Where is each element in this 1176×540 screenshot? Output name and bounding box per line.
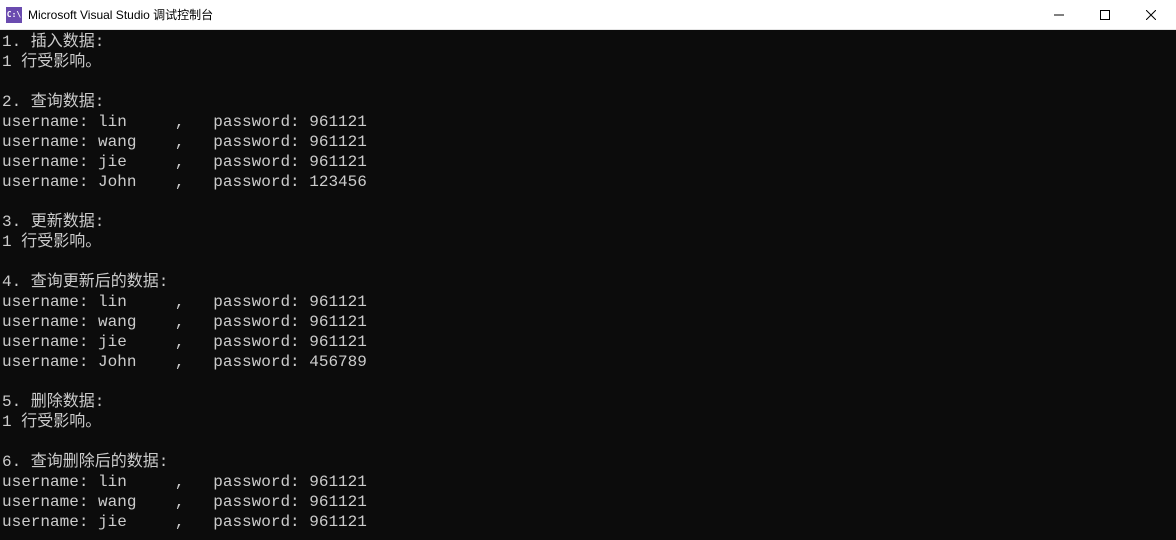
data-row: username: jie , password: 961121: [2, 332, 1176, 352]
minimize-icon: [1054, 10, 1064, 20]
data-row: username: lin , password: 961121: [2, 472, 1176, 492]
data-row: username: lin , password: 961121: [2, 292, 1176, 312]
result-line: 1 行受影响。: [2, 232, 1176, 252]
blank-line: [2, 432, 1176, 452]
blank-line: [2, 252, 1176, 272]
blank-line: [2, 72, 1176, 92]
section-header: 3. 更新数据:: [2, 212, 1176, 232]
section-header: 2. 查询数据:: [2, 92, 1176, 112]
app-icon: C:\: [6, 7, 22, 23]
blank-line: [2, 372, 1176, 392]
section-header: 4. 查询更新后的数据:: [2, 272, 1176, 292]
maximize-button[interactable]: [1082, 0, 1128, 29]
maximize-icon: [1100, 10, 1110, 20]
data-row: username: wang , password: 961121: [2, 132, 1176, 152]
data-row: username: jie , password: 961121: [2, 512, 1176, 532]
title-bar[interactable]: C:\ Microsoft Visual Studio 调试控制台: [0, 0, 1176, 30]
data-row: username: lin , password: 961121: [2, 112, 1176, 132]
window-controls: [1036, 0, 1174, 29]
console-window: C:\ Microsoft Visual Studio 调试控制台 1. 插入数…: [0, 0, 1176, 540]
data-row: username: wang , password: 961121: [2, 492, 1176, 512]
minimize-button[interactable]: [1036, 0, 1082, 29]
data-row: username: John , password: 456789: [2, 352, 1176, 372]
close-icon: [1146, 10, 1156, 20]
section-header: 6. 查询删除后的数据:: [2, 452, 1176, 472]
blank-line: [2, 192, 1176, 212]
result-line: 1 行受影响。: [2, 52, 1176, 72]
section-header: 5. 删除数据:: [2, 392, 1176, 412]
section-header: 1. 插入数据:: [2, 32, 1176, 52]
close-button[interactable]: [1128, 0, 1174, 29]
console-output[interactable]: 1. 插入数据:1 行受影响。2. 查询数据:username: lin , p…: [0, 30, 1176, 540]
data-row: username: John , password: 123456: [2, 172, 1176, 192]
data-row: username: wang , password: 961121: [2, 312, 1176, 332]
window-title: Microsoft Visual Studio 调试控制台: [28, 6, 213, 23]
data-row: username: jie , password: 961121: [2, 152, 1176, 172]
result-line: 1 行受影响。: [2, 412, 1176, 432]
